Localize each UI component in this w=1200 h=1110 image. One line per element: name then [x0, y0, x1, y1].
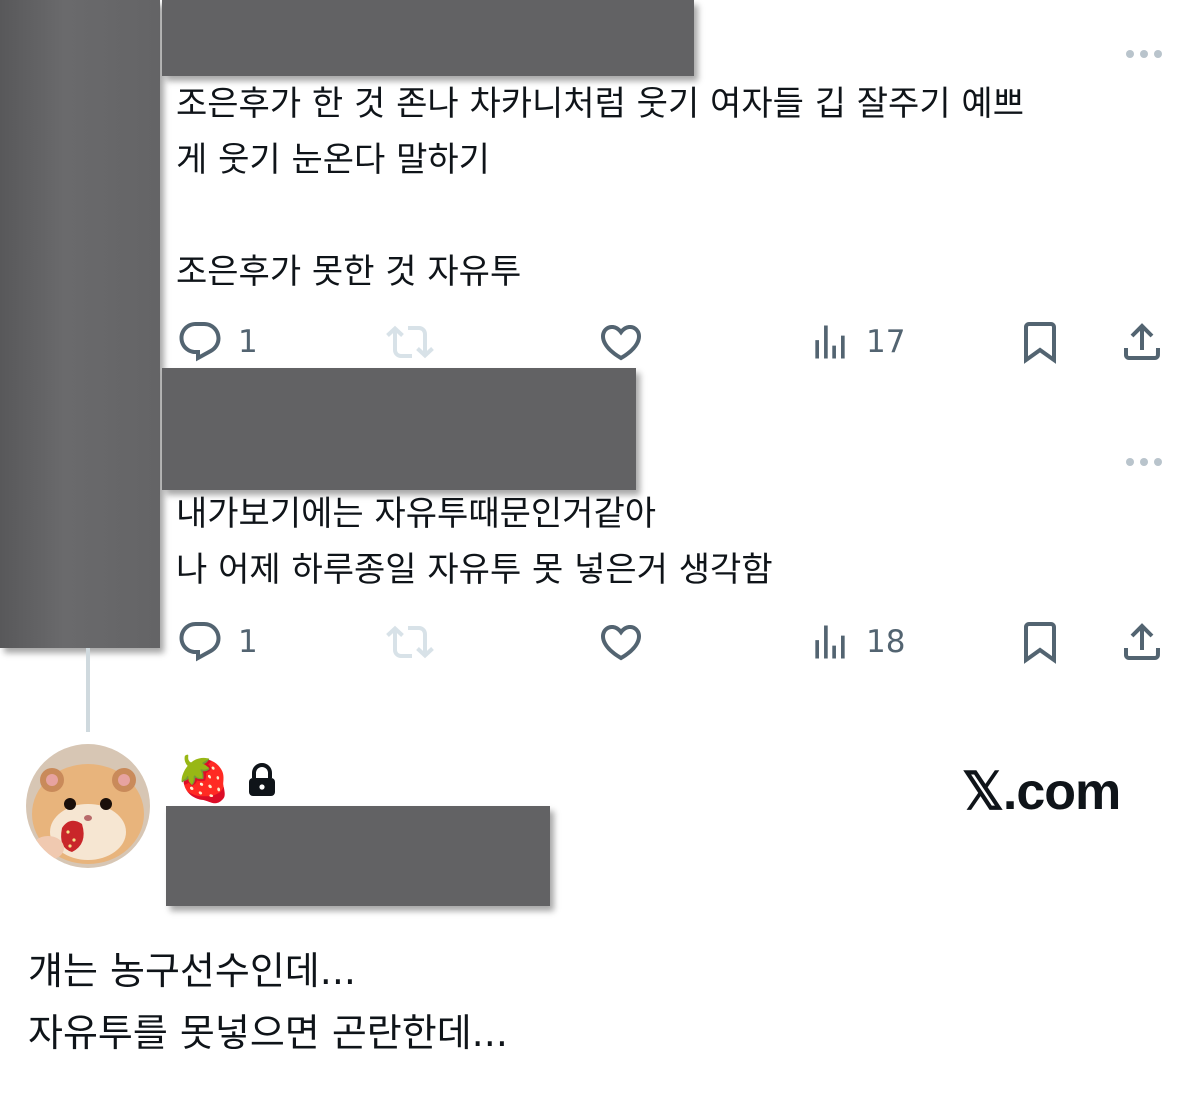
share-icon: [1124, 323, 1160, 360]
like-button[interactable]: [596, 618, 646, 666]
share-button[interactable]: [1118, 618, 1166, 666]
lock-icon: [246, 762, 278, 802]
views-icon: [815, 325, 845, 359]
reply-button[interactable]: 1: [176, 618, 258, 666]
hamster-avatar-icon: [26, 744, 150, 868]
retweet-button[interactable]: [384, 618, 436, 666]
redacted-left-block: [0, 0, 160, 648]
redacted-bottom-name-block: [166, 806, 550, 906]
bookmark-icon: [1024, 622, 1056, 664]
bookmark-icon: [1024, 322, 1056, 364]
views-count: 17: [866, 324, 906, 360]
reply-count: 1: [238, 324, 258, 360]
heart-icon: [600, 325, 642, 361]
reply-icon: [179, 322, 221, 362]
x-com-watermark: 𝕏.com: [962, 763, 1121, 821]
tweet-text: 걔는 농구선수인데... 자유투를 못넣으면 곤란한데...: [28, 949, 508, 1055]
views-icon: [815, 625, 845, 659]
bookmark-button[interactable]: [1016, 618, 1064, 666]
more-options-icon[interactable]: [1126, 50, 1162, 58]
like-button[interactable]: [596, 318, 646, 366]
reply-count: 1: [238, 624, 258, 660]
retweet-button[interactable]: [384, 318, 436, 366]
redacted-top-name-block: [162, 0, 694, 76]
heart-icon: [600, 625, 642, 661]
views-button[interactable]: 17: [808, 318, 905, 366]
redacted-mid-name-block: [162, 368, 636, 490]
strawberry-emoji: 🍓: [176, 754, 231, 805]
reply-icon: [179, 622, 221, 662]
tweet-text: 조은후가 한 것 존나 차카니처럼 웃기 여자들 깁 잘주기 예쁘 게 웃기 눈…: [176, 84, 1024, 292]
share-icon: [1124, 623, 1160, 660]
more-options-icon[interactable]: [1126, 458, 1162, 466]
avatar[interactable]: [26, 744, 150, 868]
reply-button[interactable]: 1: [176, 318, 258, 366]
thread-line: [86, 648, 90, 732]
tweet-text: 내가보기에는 자유투때문인거같아 나 어제 하루종일 자유투 못 넣은거 생각함: [176, 494, 773, 590]
bookmark-button[interactable]: [1016, 318, 1064, 366]
retweet-icon: [386, 625, 434, 659]
views-button[interactable]: 18: [808, 618, 905, 666]
views-count: 18: [866, 624, 906, 660]
retweet-icon: [386, 325, 434, 359]
share-button[interactable]: [1118, 318, 1166, 366]
